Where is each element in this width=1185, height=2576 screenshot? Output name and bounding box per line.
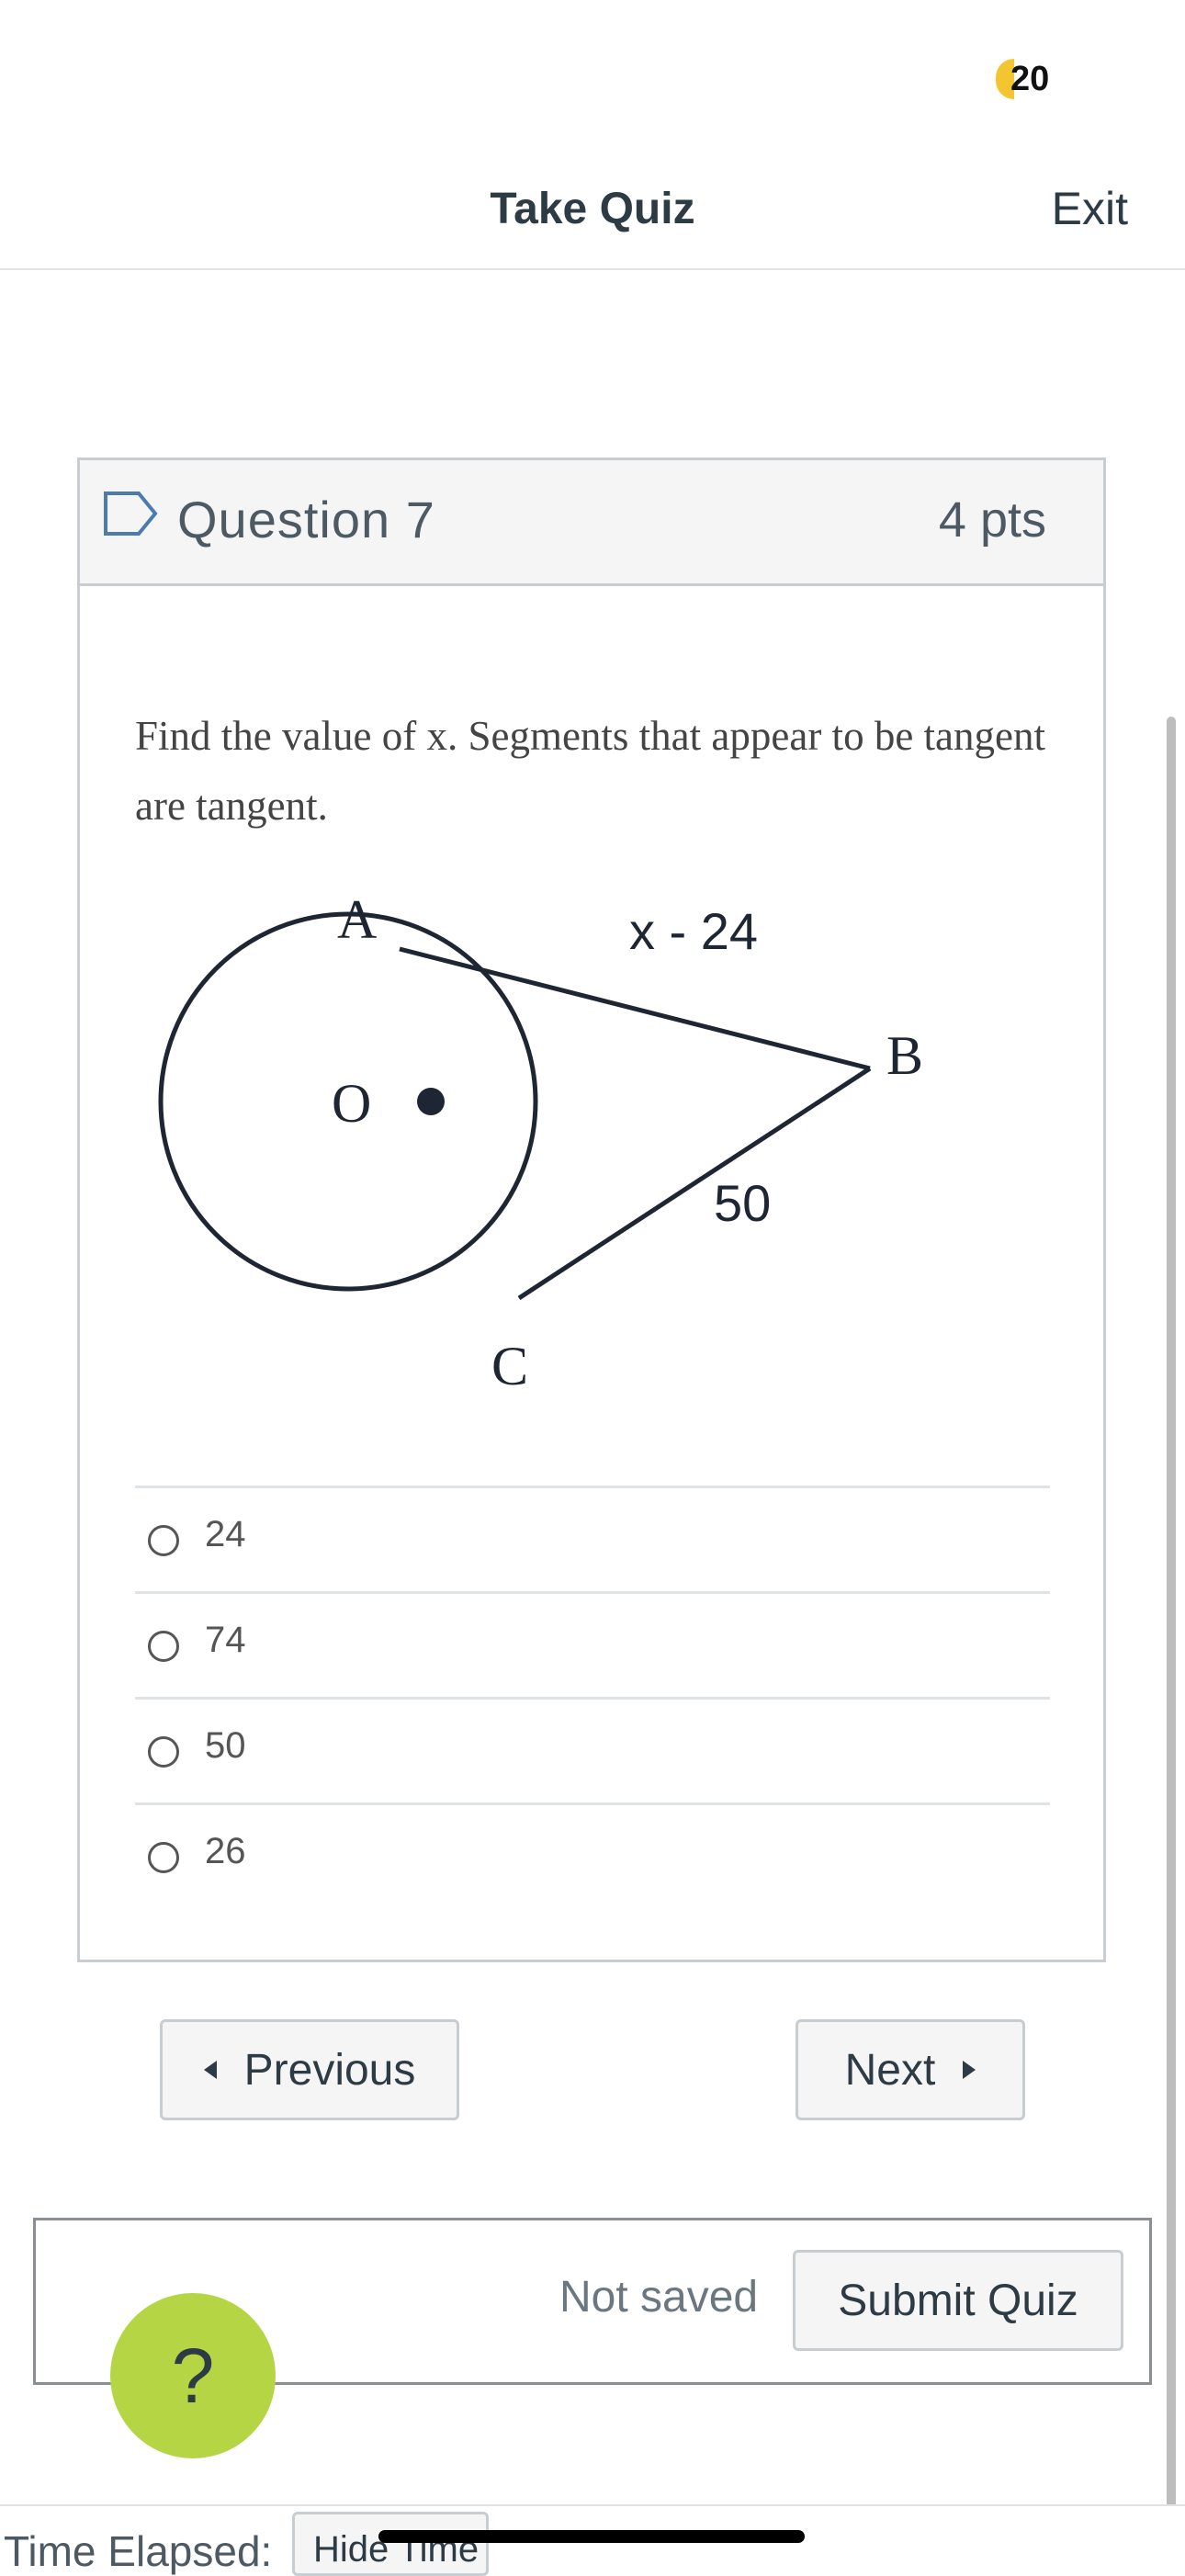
label-cb-length: 50 [714,1174,771,1232]
top-bar: Take Quiz Exit [0,147,1185,270]
question-points: 4 pts [938,492,1046,548]
label-ab-length: x - 24 [629,902,758,960]
save-status: Not saved [559,2273,759,2322]
radio-button[interactable] [148,1631,179,1662]
page-title: Take Quiz [490,185,695,233]
answer-list: 24 74 50 26 [135,1486,1050,1908]
radio-button[interactable] [148,1842,179,1873]
previous-label: Previous [243,2045,416,2095]
label-c: C [491,1336,528,1396]
answer-label: 50 [205,1725,246,1766]
center-point [417,1088,445,1115]
flag-question-icon[interactable] [102,488,161,539]
submit-quiz-button[interactable]: Submit Quiz [793,2250,1123,2351]
caret-left-icon [203,2061,217,2079]
hide-time-button[interactable]: Hide Time [292,2512,489,2576]
tangent-diagram: A B C O x - 24 50 [158,889,923,1396]
answer-option[interactable]: 26 [135,1802,1050,1908]
previous-button[interactable]: Previous [160,2019,459,2120]
home-indicator[interactable] [378,2530,805,2543]
caret-right-icon [963,2061,976,2079]
answer-label: 26 [205,1831,246,1871]
label-o: O [332,1073,371,1134]
radio-button[interactable] [148,1525,179,1556]
next-label: Next [844,2045,936,2095]
answer-option[interactable]: 74 [135,1591,1050,1697]
question-card: Question 7 4 pts Find the value of x. Se… [77,458,1106,1962]
label-b: B [886,1025,923,1086]
next-button[interactable]: Next [796,2019,1025,2120]
radio-button[interactable] [148,1736,179,1768]
question-title: Question 7 [177,491,435,548]
badge-count: 20 [1010,59,1050,98]
help-button[interactable]: ? [110,2293,276,2458]
answer-label: 24 [205,1514,246,1554]
answer-option[interactable]: 50 [135,1697,1050,1802]
answer-option[interactable]: 24 [135,1486,1050,1591]
label-a: A [337,889,377,950]
question-header: Question 7 4 pts [80,460,1103,586]
exit-button[interactable]: Exit [1052,182,1128,235]
scrollbar[interactable] [1167,717,1176,2517]
answer-label: 74 [205,1620,246,1660]
status-badge: 20 [996,57,1049,101]
question-prompt: Find the value of x. Segments that appea… [135,713,1045,829]
